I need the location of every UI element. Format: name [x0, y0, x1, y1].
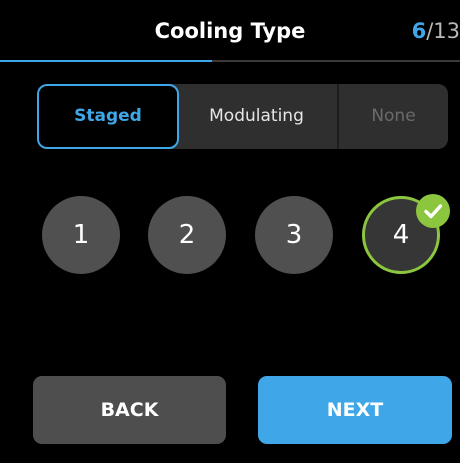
header: Cooling Type 6/13	[0, 0, 460, 62]
page-title: Cooling Type	[154, 19, 306, 43]
stage-3-button[interactable]: 3	[255, 196, 333, 274]
cooling-type-modulating-button[interactable]: Modulating	[176, 84, 337, 149]
step-current: 6	[411, 19, 427, 43]
next-button[interactable]: NEXT	[258, 376, 452, 444]
checkmark-icon	[416, 194, 450, 228]
progress-bar-fill	[0, 60, 212, 62]
step-total: /13	[426, 19, 460, 43]
stage-1-button[interactable]: 1	[42, 196, 120, 274]
stage-2-button[interactable]: 2	[148, 196, 226, 274]
cooling-type-selector: Modulating None Staged	[37, 84, 448, 149]
back-button[interactable]: BACK	[33, 376, 226, 444]
cooling-type-staged-button[interactable]: Staged	[37, 84, 179, 149]
step-counter: 6/13	[412, 19, 460, 43]
cooling-type-none-button: None	[371, 106, 416, 126]
progress-bar	[0, 60, 460, 62]
